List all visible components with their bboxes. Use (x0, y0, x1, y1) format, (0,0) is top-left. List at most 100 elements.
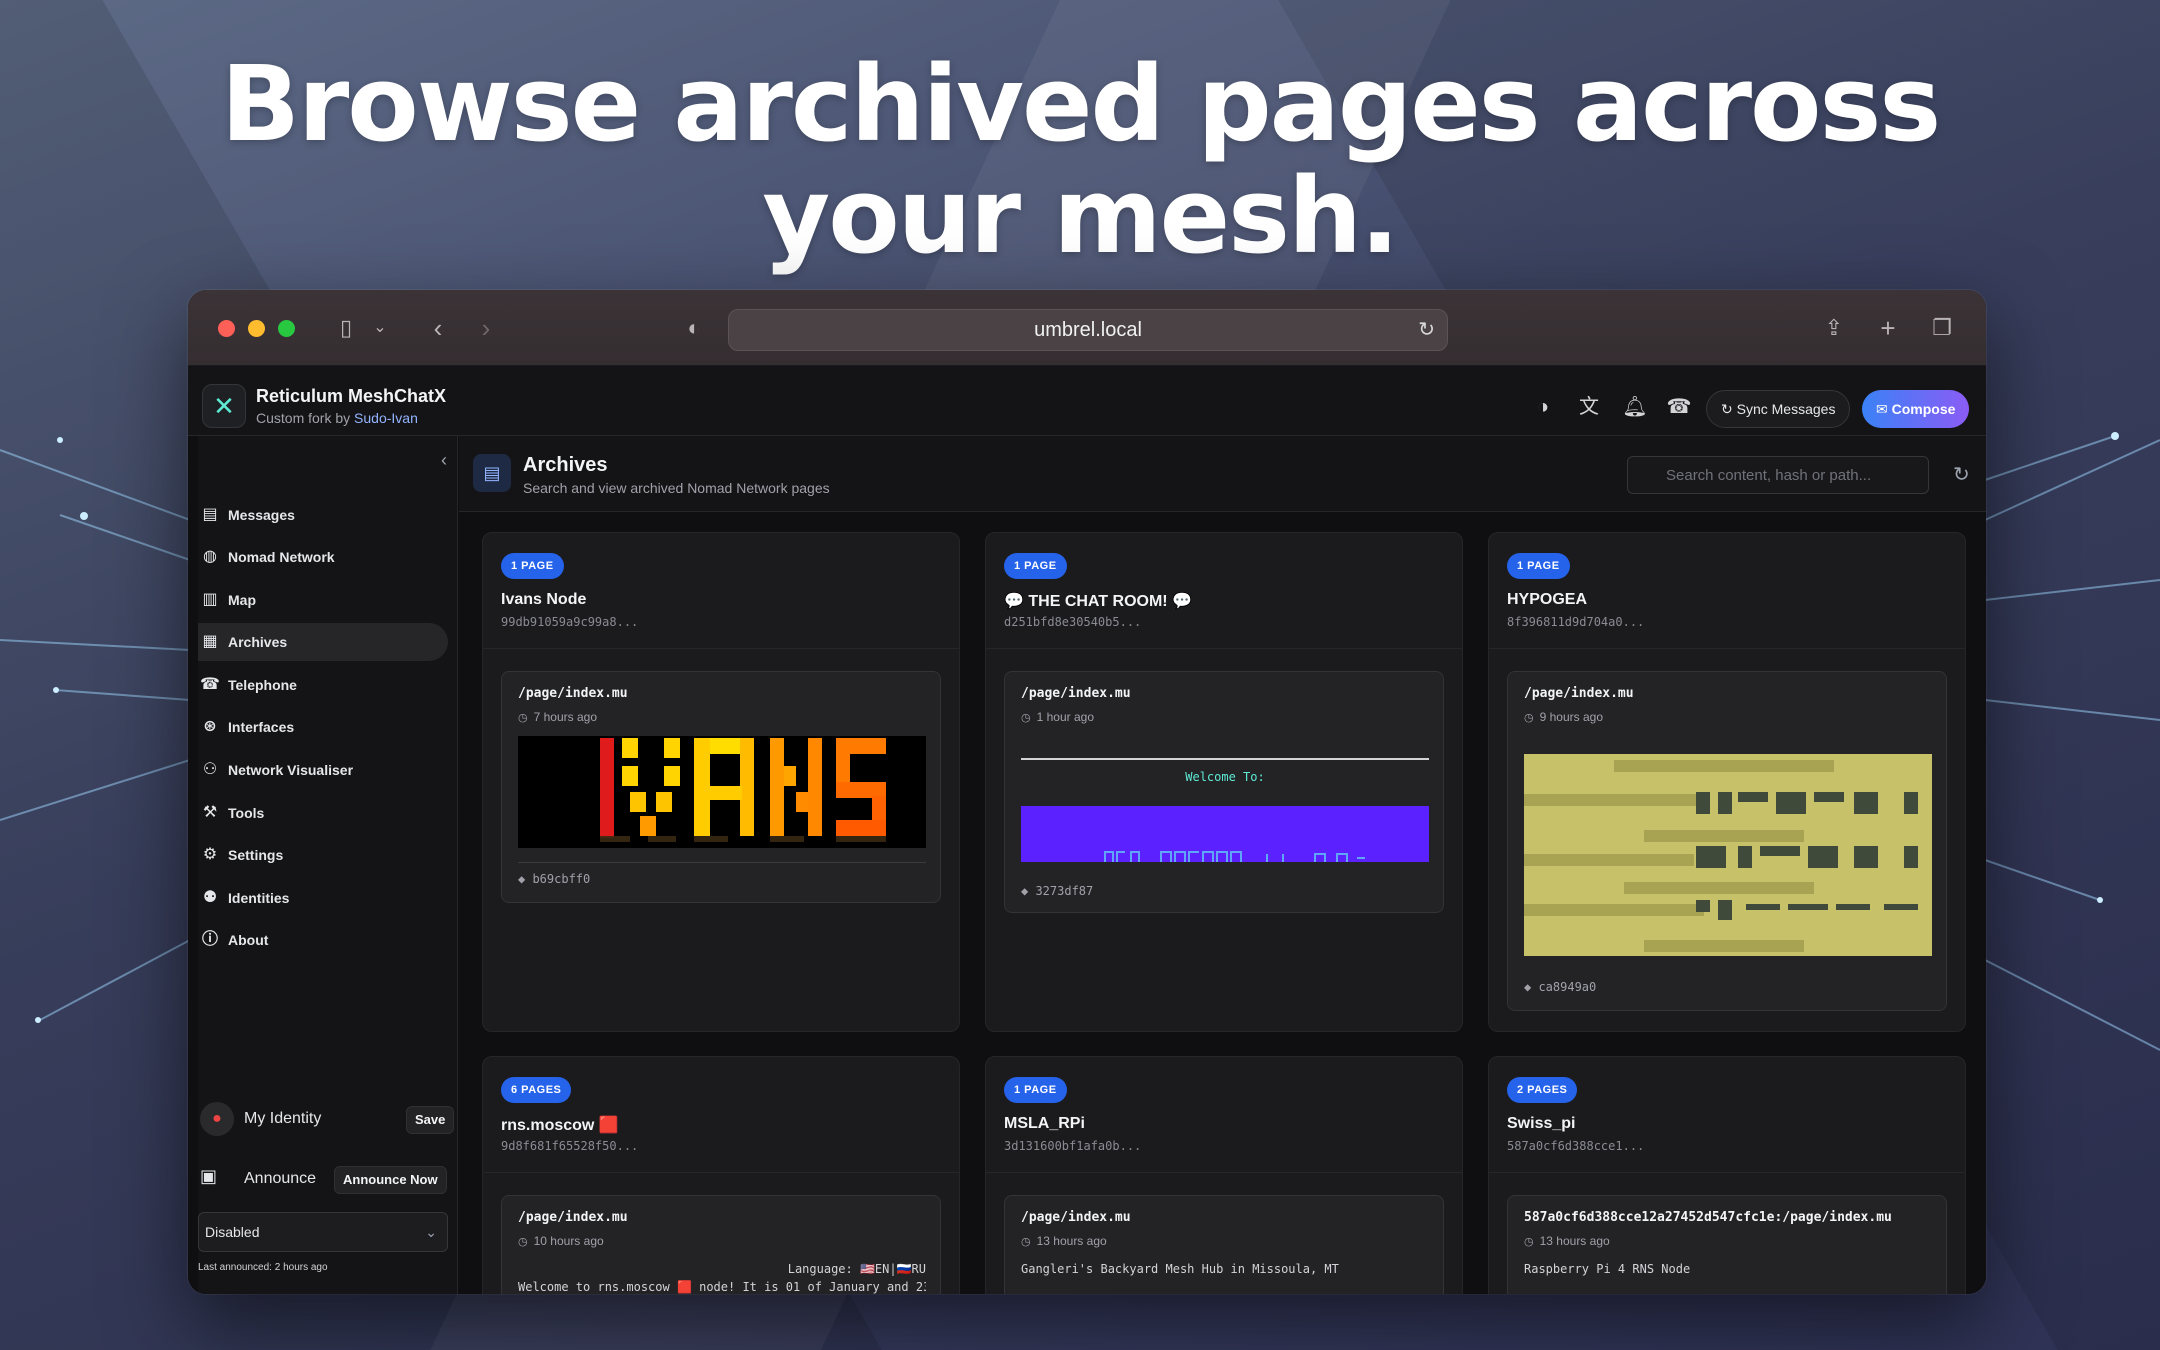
archived-page-entry[interactable]: /page/index.mu ◷ 1 hour ago Welcome To: (1004, 671, 1444, 913)
map-icon: ▥ (202, 591, 218, 608)
page-header: ▤ Archives Search and view archived Noma… (459, 436, 1986, 512)
sync-messages-button[interactable]: ↻ Sync Messages (1706, 390, 1851, 428)
theme-toggle-icon[interactable]: ◑ (1530, 394, 1556, 420)
archive-icon: ▦ (202, 633, 218, 650)
sidebar-item-tools[interactable]: ⚒ Tools (198, 794, 448, 832)
new-tab-icon[interactable]: + (1872, 312, 1904, 344)
announce-now-button[interactable]: Announce Now (334, 1166, 447, 1194)
clock-icon: ◷ (1524, 712, 1534, 724)
archived-page-entry[interactable]: /page/index.mu ◷ 10 hours ago Language: 🇺… (501, 1195, 941, 1294)
reload-icon[interactable]: ↻ (1418, 310, 1435, 350)
archived-page-entry[interactable]: /page/index.mu ◷ 7 hours ago ◆ b69cbff0 (501, 671, 941, 903)
page-time: ◷ 13 hours ago (1021, 1234, 1107, 1248)
preview-text: Gangleri's Backyard Mesh Hub in Missoula… (1021, 1262, 1339, 1276)
archive-card[interactable]: 1 PAGE 💬 THE CHAT ROOM! 💬 d251bfd8e30540… (985, 532, 1463, 1032)
chevron-down-icon: ⌄ (425, 1224, 437, 1240)
sidebar-item-network-visualiser[interactable]: ⚇ Network Visualiser (198, 751, 448, 789)
page-time-text: 1 hour ago (1036, 710, 1094, 724)
chevron-down-icon[interactable]: ⌄ (364, 312, 396, 344)
node-hash: 3d131600bf1afa0b... (1004, 1139, 1142, 1153)
announce-interval-value: Disabled (205, 1224, 260, 1240)
address-bar[interactable]: umbrel.local ↻ (728, 309, 1448, 351)
minimize-window-button[interactable] (248, 320, 265, 337)
app-title: Reticulum MeshChatX (256, 386, 447, 406)
sidebar-item-label: Archives (228, 634, 288, 650)
headline-line-1: Browse archived pages across (220, 43, 1942, 165)
clock-icon: ◷ (518, 712, 528, 724)
sidebar-item-settings[interactable]: ⚙ Settings (198, 836, 448, 874)
sidebar-item-about[interactable]: ⓘ About (198, 921, 448, 959)
share-icon[interactable]: ⇪ (1818, 312, 1850, 344)
tag-icon: ◆ (1021, 884, 1036, 898)
page-hash-text: ca8949a0 (1538, 980, 1597, 994)
wrench-icon: ⚒ (202, 804, 218, 821)
headline-line-2: your mesh. (762, 155, 1399, 277)
sidebar-item-label: Settings (228, 847, 284, 863)
collapse-sidebar-icon[interactable]: ‹ (441, 450, 447, 471)
sidebar-item-nomad-network[interactable]: ◍ Nomad Network (198, 538, 448, 576)
page-time-text: 7 hours ago (533, 710, 597, 724)
sidebar-item-telephone[interactable]: ☎ Telephone (198, 666, 448, 704)
radio-icon: ▣ (200, 1166, 218, 1186)
gear-icon: ⚙ (202, 846, 218, 863)
archived-page-entry[interactable]: 587a0cf6d388cce12a27452d547cfc1e:/page/i… (1507, 1195, 1947, 1294)
clock-icon: ◷ (1524, 1236, 1534, 1248)
tabs-overview-icon[interactable]: ❐ (1926, 312, 1958, 344)
close-window-button[interactable] (218, 320, 235, 337)
sidebar-item-identities[interactable]: ⚉ Identities (198, 879, 448, 917)
page-hash-tag: ◆ 3273df87 (1021, 884, 1093, 898)
card-header: 1 PAGE Ivans Node 99db91059a9c99a8... (483, 533, 959, 649)
page-count-badge: 1 PAGE (501, 553, 564, 579)
sidebar-item-label: Network Visualiser (228, 762, 354, 778)
card-header: 6 PAGES rns.moscow 🟥 9d8f681f65528f50... (483, 1057, 959, 1173)
archive-card[interactable]: 1 PAGE Ivans Node 99db91059a9c99a8... /p… (482, 532, 960, 1032)
phone-icon[interactable]: ☎ (1666, 394, 1692, 420)
archive-card[interactable]: 1 PAGE MSLA_RPi 3d131600bf1afa0b... /pag… (985, 1056, 1463, 1294)
archive-card[interactable]: 1 PAGE HYPOGEA 8f396811d9d704a0... /page… (1488, 532, 1966, 1032)
card-header: 2 PAGES Swiss_pi 587a0cf6d388cce1... (1489, 1057, 1965, 1173)
sidebar-item-map[interactable]: ▥ Map (198, 581, 448, 619)
app-logo-icon[interactable]: ✕ (202, 384, 246, 428)
bell-icon[interactable]: 🔔︎ (1622, 394, 1648, 420)
shield-icon[interactable]: ◐ (678, 312, 710, 344)
page-count-badge: 2 PAGES (1507, 1077, 1578, 1103)
app: ✕ Reticulum MeshChatX Custom fork by Sud… (188, 366, 1986, 1294)
sidebar-item-label: Identities (228, 890, 290, 906)
search-input[interactable] (1627, 456, 1929, 494)
page-time: ◷ 10 hours ago (518, 1234, 604, 1248)
author-link[interactable]: Sudo-Ivan (354, 410, 418, 426)
sidebar-item-interfaces[interactable]: ⊛ Interfaces (198, 708, 448, 746)
save-button[interactable]: Save (406, 1106, 455, 1134)
avatar[interactable]: ● (200, 1102, 234, 1136)
refresh-icon[interactable]: ↻ (1953, 462, 1970, 487)
ascii-art-preview (1524, 760, 1918, 952)
sync-icon: ↻ (1721, 401, 1737, 417)
announce-interval-select[interactable]: Disabled ⌄ (198, 1212, 448, 1252)
users-icon: ⚉ (202, 889, 218, 906)
sidebar-toggle-icon[interactable]: ▯ (330, 312, 362, 344)
sidebar-item-messages[interactable]: ▤ Messages (198, 496, 448, 534)
archive-card[interactable]: 2 PAGES Swiss_pi 587a0cf6d388cce1... 587… (1488, 1056, 1966, 1294)
forward-icon[interactable]: › (470, 312, 502, 344)
node-name: Swiss_pi (1507, 1115, 1576, 1132)
card-header: 1 PAGE HYPOGEA 8f396811d9d704a0... (1489, 533, 1965, 649)
archive-card[interactable]: 6 PAGES rns.moscow 🟥 9d8f681f65528f50...… (482, 1056, 960, 1294)
page-path: /page/index.mu (1021, 1210, 1131, 1225)
sidebar-item-label: Telephone (228, 677, 297, 693)
archived-page-entry[interactable]: /page/index.mu ◷ 9 hours ago ◆ ca8949a0 (1507, 671, 1947, 1011)
preview-banner (1021, 806, 1429, 862)
page-time-text: 13 hours ago (1036, 1234, 1107, 1248)
page-time: ◷ 1 hour ago (1021, 710, 1094, 724)
compose-button[interactable]: ✉ Compose (1862, 390, 1970, 428)
back-icon[interactable]: ‹ (422, 312, 454, 344)
sidebar-item-label: Tools (228, 805, 265, 821)
zoom-window-button[interactable] (278, 320, 295, 337)
sidebar-item-archives[interactable]: ▦ Archives (198, 623, 448, 661)
language-icon[interactable]: 文 (1576, 394, 1602, 420)
page-hash-tag: ◆ ca8949a0 (1524, 980, 1596, 994)
page-path: /page/index.mu (518, 1210, 628, 1225)
app-subtitle-prefix: Custom fork by (256, 410, 351, 426)
node-hash: 9d8f681f65528f50... (501, 1139, 639, 1153)
page-time: ◷ 9 hours ago (1524, 710, 1603, 724)
archived-page-entry[interactable]: /page/index.mu ◷ 13 hours ago Gangleri's … (1004, 1195, 1444, 1294)
